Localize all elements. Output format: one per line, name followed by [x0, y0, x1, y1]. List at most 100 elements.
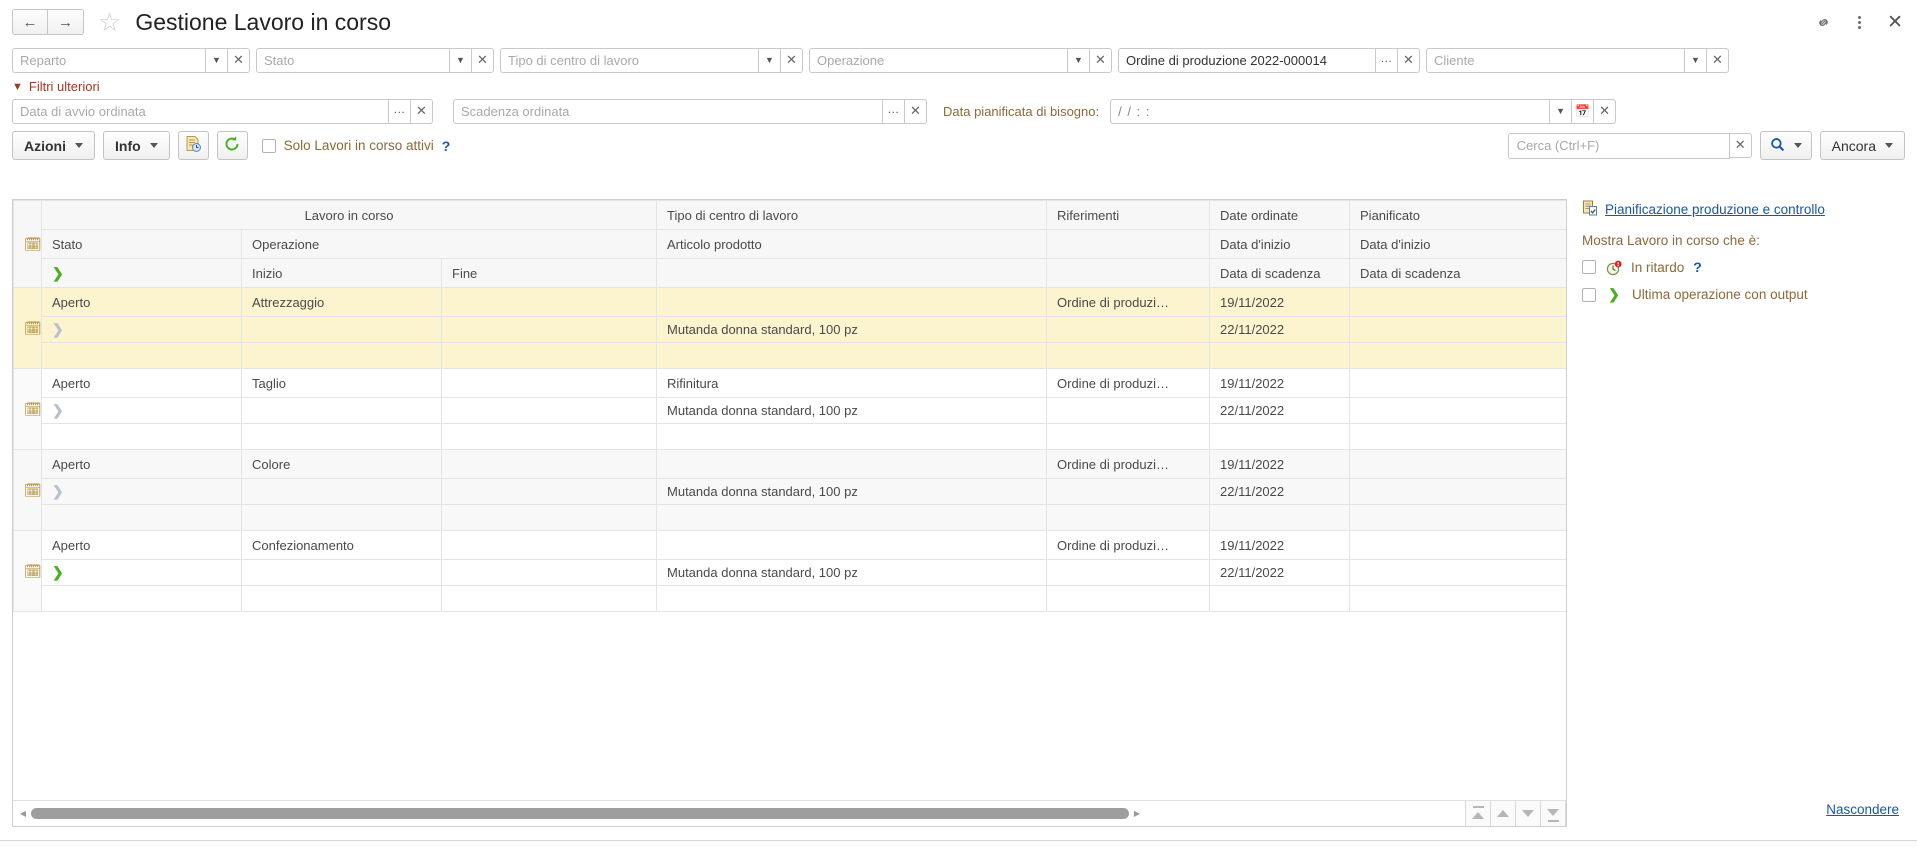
grid-body: 🗓 Aperto Attrezzaggio Ordine di produzi…… [13, 287, 1566, 612]
ultima-operazione-checkbox[interactable] [1582, 287, 1596, 302]
cliente-clear-icon[interactable]: ✕ [1707, 47, 1729, 73]
table-row-line2[interactable]: ❯ Mutanda donna standard, 100 pz 22/11/2… [14, 397, 1566, 424]
report-button[interactable] [177, 131, 209, 160]
info-button[interactable]: Info [103, 131, 170, 160]
back-button[interactable]: ← [12, 9, 48, 35]
header-data-scadenza-ordinata[interactable]: Data di scadenza [1209, 258, 1351, 288]
header-data-inizio-ordinata[interactable]: Data d'inizio [1209, 229, 1351, 259]
select-all-cell[interactable]: 🗓 [13, 200, 42, 288]
data-avvio-ordinata-lookup-icon[interactable]: … [389, 98, 411, 124]
data-pianificata-clear-icon[interactable]: ✕ [1594, 98, 1617, 124]
planning-link-row[interactable]: Pianificazione produzione e controllo [1582, 200, 1912, 219]
header-date-ordinate[interactable]: Date ordinate [1209, 200, 1351, 230]
forward-button[interactable]: → [48, 9, 84, 35]
reparto-input[interactable] [12, 47, 206, 73]
table-row-line2[interactable]: ❯ Mutanda donna standard, 100 pz 22/11/2… [14, 559, 1566, 586]
report-document-icon [184, 135, 202, 156]
go-next-button[interactable] [1516, 800, 1541, 826]
header-pianificato[interactable]: Pianificato [1349, 200, 1566, 230]
chevron-right-green-icon[interactable]: ❯ [52, 564, 64, 580]
in-ritardo-help-icon[interactable]: ? [1693, 259, 1702, 275]
row-selector[interactable]: 🗓 [13, 287, 42, 369]
cliente-dropdown-icon[interactable]: ▼ [1685, 47, 1707, 73]
tipo-centro-lavoro-dropdown-icon[interactable]: ▼ [759, 47, 781, 73]
table-row[interactable]: 🗓 Aperto Colore Ordine di produzi… 19/11… [13, 449, 1566, 531]
table-row-line2[interactable]: ❯ Mutanda donna standard, 100 pz 22/11/2… [14, 316, 1566, 343]
tipo-centro-lavoro-clear-icon[interactable]: ✕ [781, 47, 803, 73]
data-pianificata-value[interactable]: / / : : [1110, 98, 1551, 124]
table-row[interactable]: 🗓 Aperto Taglio Rifinitura Ordine di pro… [13, 368, 1566, 450]
in-ritardo-checkbox[interactable] [1582, 260, 1596, 274]
ordine-produzione-clear-icon[interactable]: ✕ [1398, 47, 1420, 73]
operazione-clear-icon[interactable]: ✕ [1090, 47, 1112, 73]
cell-data-scadenza-pianificata [1349, 316, 1566, 343]
table-row-line2[interactable]: ❯ Mutanda donna standard, 100 pz 22/11/2… [14, 478, 1566, 505]
stato-clear-icon[interactable]: ✕ [472, 47, 494, 73]
header-fine[interactable]: Fine [440, 258, 658, 288]
operazione-dropdown-icon[interactable]: ▼ [1068, 47, 1090, 73]
azioni-button[interactable]: Azioni [12, 131, 95, 160]
scadenza-ordinata-lookup-icon[interactable]: … [883, 98, 905, 124]
data-avvio-ordinata-input[interactable] [12, 98, 389, 124]
stato-input[interactable] [256, 47, 450, 73]
calendar-icon[interactable]: 📅 [1572, 98, 1595, 124]
cell-data-scadenza-pianificata [1349, 397, 1566, 424]
table-row[interactable]: 🗓 Aperto Attrezzaggio Ordine di produzi…… [13, 287, 1566, 369]
close-icon[interactable]: ✕ [1887, 11, 1903, 34]
stato-dropdown-icon[interactable]: ▼ [450, 47, 472, 73]
chevron-right-grey-icon[interactable]: ❯ [52, 483, 64, 499]
cliente-input[interactable] [1426, 47, 1685, 73]
row-selector[interactable]: 🗓 [13, 449, 42, 531]
option-in-ritardo: In ritardo ? [1582, 259, 1912, 275]
chevron-right-grey-icon[interactable]: ❯ [52, 402, 64, 418]
data-avvio-ordinata-clear-icon[interactable]: ✕ [411, 98, 433, 124]
header-articolo-prodotto[interactable]: Articolo prodotto [656, 229, 1048, 259]
go-last-button[interactable] [1541, 800, 1566, 826]
data-pianificata-dropdown-icon[interactable]: ▼ [1550, 98, 1573, 124]
link-icon[interactable] [1815, 14, 1832, 31]
reparto-clear-icon[interactable]: ✕ [228, 47, 250, 73]
header-data-scadenza-pianificata[interactable]: Data di scadenza [1349, 258, 1566, 288]
horizontal-scroll-thumb[interactable] [31, 808, 1129, 819]
triangle-left-icon[interactable]: ◀ [15, 809, 31, 818]
search-input[interactable] [1507, 132, 1730, 159]
scadenza-ordinata-input[interactable] [453, 98, 883, 124]
more-vertical-icon[interactable] [1858, 15, 1862, 29]
active-only-checkbox[interactable] [261, 138, 276, 153]
go-first-button[interactable] [1466, 800, 1491, 826]
search-button[interactable] [1759, 131, 1812, 160]
cell-expand[interactable]: ❯ [41, 559, 242, 586]
header-inizio[interactable]: Inizio [241, 258, 442, 288]
reparto-dropdown-icon[interactable]: ▼ [206, 47, 228, 73]
active-only-help-icon[interactable]: ? [442, 138, 451, 154]
scadenza-ordinata-clear-icon[interactable]: ✕ [905, 98, 927, 124]
header-stato[interactable]: Stato [41, 229, 242, 259]
header-data-inizio-pianificata[interactable]: Data d'inizio [1349, 229, 1566, 259]
planning-link-label[interactable]: Pianificazione produzione e controllo [1605, 202, 1825, 217]
cell-expand[interactable]: ❯ [41, 397, 242, 424]
cell-expand[interactable]: ❯ [41, 478, 242, 505]
table-row[interactable]: 🗓 Aperto Confezionamento Ordine di produ… [13, 530, 1566, 612]
refresh-button[interactable] [216, 131, 248, 160]
star-icon[interactable]: ☆ [98, 9, 121, 35]
go-previous-button[interactable] [1491, 800, 1516, 826]
search-clear-icon[interactable]: ✕ [1729, 132, 1752, 158]
ordine-produzione-input[interactable] [1118, 47, 1376, 73]
operazione-input[interactable] [809, 47, 1068, 73]
row-selector[interactable]: 🗓 [13, 530, 42, 612]
chevron-right-grey-icon[interactable]: ❯ [52, 321, 64, 337]
header-tipo-centro-lavoro[interactable]: Tipo di centro di lavoro [656, 200, 1048, 230]
header-lavoro-in-corso[interactable]: Lavoro in corso [40, 200, 658, 230]
ordine-produzione-lookup-icon[interactable]: … [1376, 47, 1398, 73]
cell-expand[interactable]: ❯ [41, 316, 242, 343]
further-filters-toggle[interactable]: ▼ Filtri ulteriori [0, 76, 112, 96]
tipo-centro-lavoro-input[interactable] [500, 47, 759, 73]
header-expand-column: ❯ [41, 258, 242, 288]
horizontal-scrollbar[interactable]: ◀ ▶ [13, 801, 1465, 827]
ancora-button[interactable]: Ancora [1819, 131, 1905, 160]
header-operazione[interactable]: Operazione [240, 229, 658, 259]
row-selector[interactable]: 🗓 [13, 368, 42, 450]
header-riferimenti[interactable]: Riferimenti [1046, 200, 1211, 230]
triangle-right-icon[interactable]: ▶ [1129, 809, 1145, 818]
hide-factbox-link[interactable]: Nascondere [1826, 802, 1899, 817]
